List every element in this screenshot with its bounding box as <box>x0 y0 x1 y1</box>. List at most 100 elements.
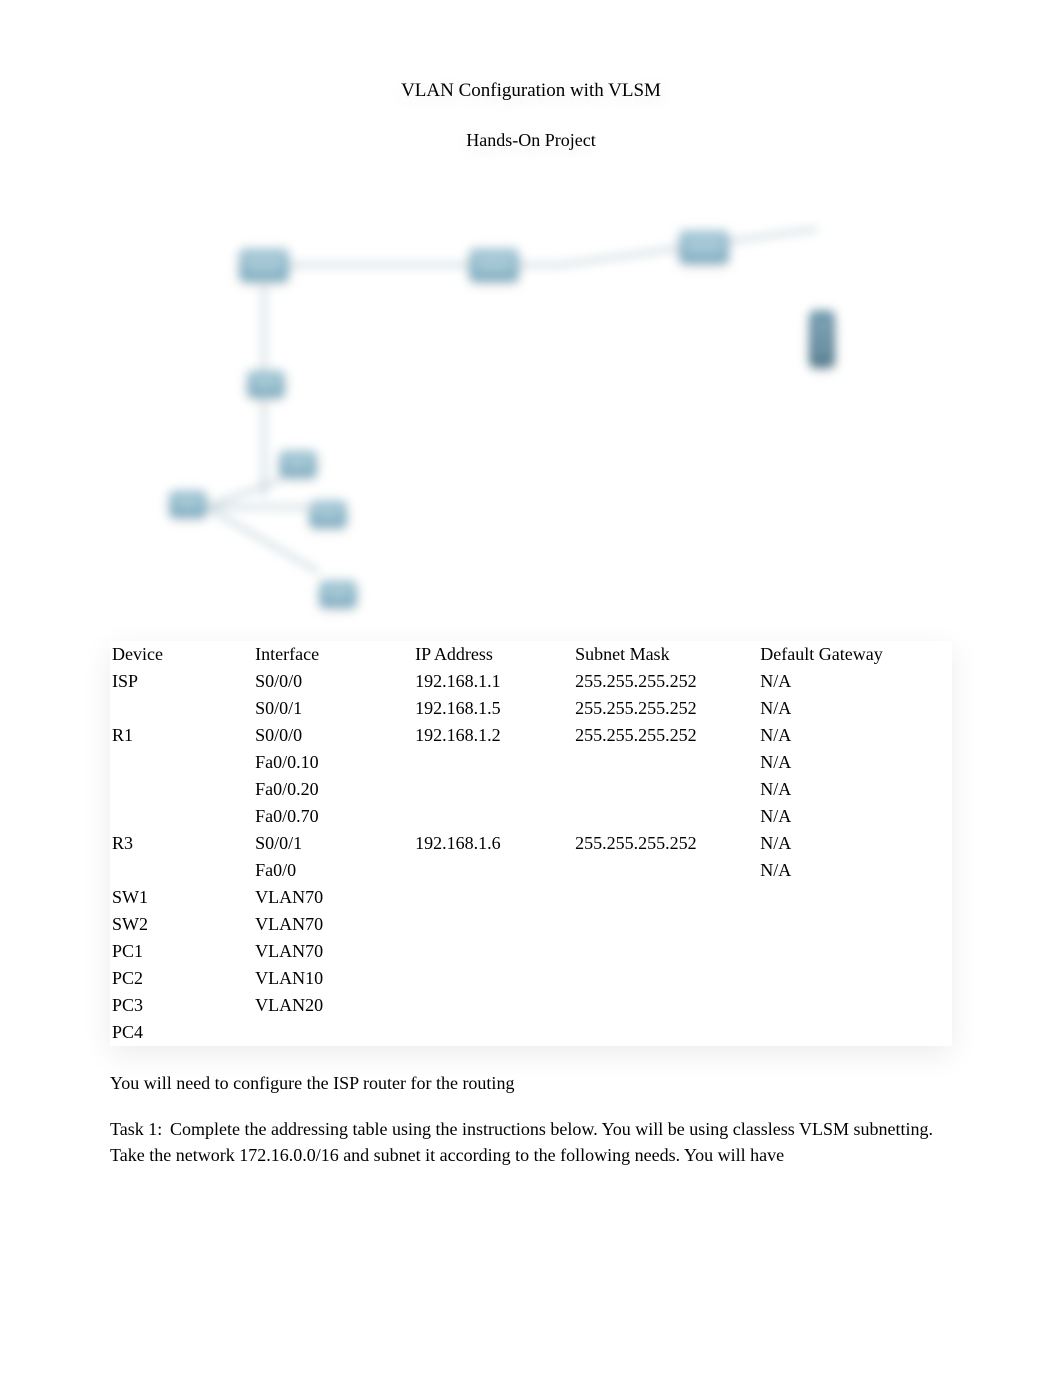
cell-mask <box>573 884 758 911</box>
cell-interface: Fa0/0.20 <box>253 776 413 803</box>
cell-ip <box>413 1019 573 1046</box>
pc-icon <box>320 581 356 607</box>
cell-device: PC4 <box>110 1019 253 1046</box>
cell-ip <box>413 749 573 776</box>
cell-gateway <box>758 1019 952 1046</box>
cell-interface: Fa0/0 <box>253 857 413 884</box>
header-device: Device <box>110 641 253 668</box>
cell-gateway: N/A <box>758 830 952 857</box>
table-row: Fa0/0.20 N/A <box>110 776 952 803</box>
header-mask: Subnet Mask <box>573 641 758 668</box>
cell-gateway: N/A <box>758 776 952 803</box>
cell-device: PC1 <box>110 938 253 965</box>
cell-ip <box>413 992 573 1019</box>
table-row: R3S0/0/1192.168.1.6255.255.255.252N/A <box>110 830 952 857</box>
cell-device: R1 <box>110 722 253 749</box>
cell-mask <box>573 911 758 938</box>
table-row: PC2VLAN10 <box>110 965 952 992</box>
cell-gateway <box>758 938 952 965</box>
server-icon <box>810 311 834 367</box>
cell-interface: S0/0/0 <box>253 722 413 749</box>
cell-device: PC3 <box>110 992 253 1019</box>
cell-gateway: N/A <box>758 695 952 722</box>
cell-ip <box>413 803 573 830</box>
cell-gateway <box>758 965 952 992</box>
cell-mask <box>573 1019 758 1046</box>
cell-device: SW2 <box>110 911 253 938</box>
cell-ip <box>413 911 573 938</box>
table-row: Fa0/0 N/A <box>110 857 952 884</box>
cell-device <box>110 857 253 884</box>
switch-icon <box>170 491 206 517</box>
table-row: Fa0/0.10 N/A <box>110 749 952 776</box>
network-diagram <box>110 191 952 631</box>
table-row: S0/0/1192.168.1.5255.255.255.252N/A <box>110 695 952 722</box>
pc-icon <box>280 451 316 477</box>
document-page: VLAN Configuration with VLSM Hands-On Pr… <box>0 0 1062 1248</box>
cell-mask <box>573 992 758 1019</box>
cell-device: PC2 <box>110 965 253 992</box>
cell-ip: 192.168.1.2 <box>413 722 573 749</box>
switch-icon <box>248 371 284 397</box>
cell-mask <box>573 965 758 992</box>
table-row: PC4 <box>110 1019 952 1046</box>
cell-interface: VLAN20 <box>253 992 413 1019</box>
cell-interface: Fa0/0.10 <box>253 749 413 776</box>
cell-interface: S0/0/0 <box>253 668 413 695</box>
cell-interface: VLAN10 <box>253 965 413 992</box>
router-icon <box>470 249 518 281</box>
table-body: ISPS0/0/0192.168.1.1255.255.255.252N/AS0… <box>110 668 952 1046</box>
table-row: PC3VLAN20 <box>110 992 952 1019</box>
page-title: VLAN Configuration with VLSM <box>110 80 952 102</box>
cell-device <box>110 695 253 722</box>
page-subtitle: Hands-On Project <box>110 130 952 151</box>
cell-device: SW1 <box>110 884 253 911</box>
header-ip: IP Address <box>413 641 573 668</box>
cell-interface: Fa0/0.70 <box>253 803 413 830</box>
cell-mask <box>573 776 758 803</box>
table-header-row: Device Interface IP Address Subnet Mask … <box>110 641 952 668</box>
cell-device: ISP <box>110 668 253 695</box>
table-row: PC1VLAN70 <box>110 938 952 965</box>
router-icon <box>680 231 728 263</box>
table-row: SW1VLAN70 <box>110 884 952 911</box>
cell-mask <box>573 857 758 884</box>
cell-mask: 255.255.255.252 <box>573 830 758 857</box>
table-row: R1S0/0/0192.168.1.2255.255.255.252N/A <box>110 722 952 749</box>
cell-interface: VLAN70 <box>253 884 413 911</box>
cell-interface: VLAN70 <box>253 911 413 938</box>
cell-device <box>110 776 253 803</box>
cell-gateway: N/A <box>758 749 952 776</box>
cell-mask: 255.255.255.252 <box>573 695 758 722</box>
task-1-text: Complete the addressing table using the … <box>110 1119 933 1165</box>
cell-device <box>110 803 253 830</box>
cell-ip <box>413 776 573 803</box>
cell-gateway: N/A <box>758 857 952 884</box>
cell-interface: S0/0/1 <box>253 695 413 722</box>
cell-gateway: N/A <box>758 668 952 695</box>
header-gateway: Default Gateway <box>758 641 952 668</box>
cell-gateway <box>758 992 952 1019</box>
cell-gateway <box>758 911 952 938</box>
table-header: Device Interface IP Address Subnet Mask … <box>110 641 952 668</box>
cell-mask: 255.255.255.252 <box>573 668 758 695</box>
cell-mask <box>573 938 758 965</box>
cell-gateway: N/A <box>758 803 952 830</box>
cell-ip <box>413 938 573 965</box>
task-1-paragraph: Task 1:Complete the addressing table usi… <box>110 1116 952 1168</box>
header-interface: Interface <box>253 641 413 668</box>
table-row: Fa0/0.70 N/A <box>110 803 952 830</box>
config-note: You will need to configure the ISP route… <box>110 1070 952 1096</box>
cell-ip: 192.168.1.5 <box>413 695 573 722</box>
cell-gateway: N/A <box>758 722 952 749</box>
cell-ip <box>413 884 573 911</box>
cell-ip: 192.168.1.6 <box>413 830 573 857</box>
cell-gateway <box>758 884 952 911</box>
cell-ip: 192.168.1.1 <box>413 668 573 695</box>
table-row: ISPS0/0/0192.168.1.1255.255.255.252N/A <box>110 668 952 695</box>
cell-ip <box>413 857 573 884</box>
router-icon <box>240 249 288 281</box>
task-1-label: Task 1: <box>110 1116 170 1142</box>
cell-interface <box>253 1019 413 1046</box>
cell-device: R3 <box>110 830 253 857</box>
